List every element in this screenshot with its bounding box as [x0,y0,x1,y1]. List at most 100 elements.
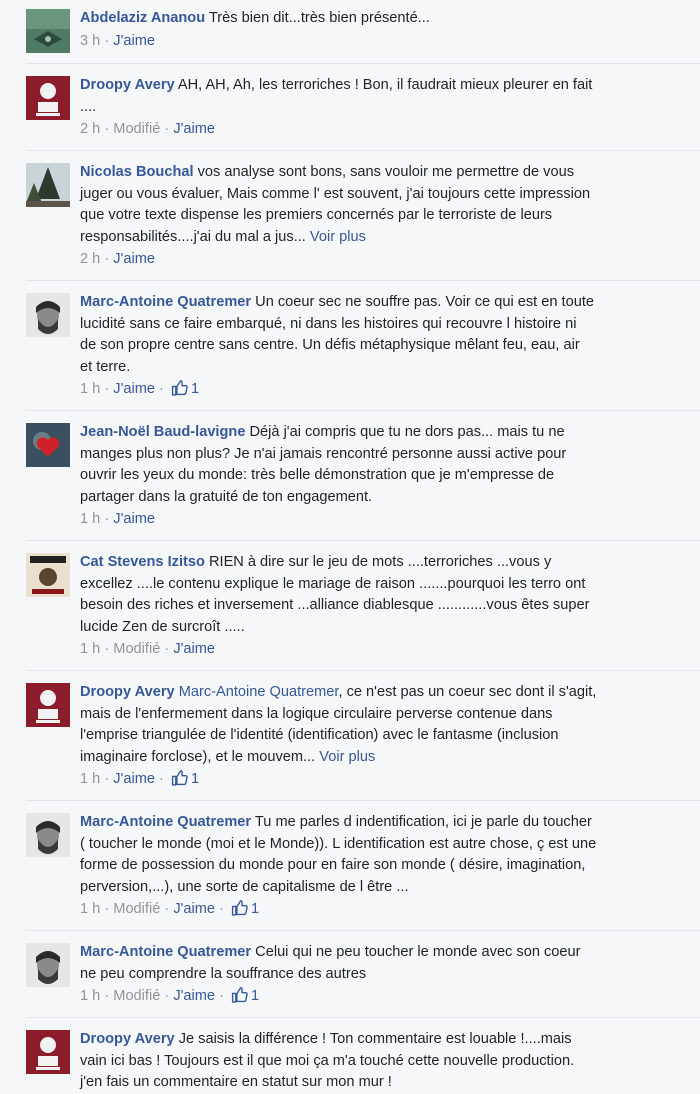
comment-author[interactable]: Droopy Avery [80,684,175,700]
thumbs-up-icon[interactable] [171,379,188,396]
modified-label[interactable]: Modifié [113,901,160,917]
comment-content: Jean-Noël Baud-lavigne Déjà j'ai compris… [80,422,686,530]
comment-text: partager dans la gratuité de ton engagem… [80,488,373,505]
comment: Droopy Avery Je saisis la différence ! T… [0,1029,700,1094]
comment-text: de son propre centre sans centre. Un déf… [80,337,580,353]
comment-meta: 1 h · Modifié · J'aime · 1 [80,986,260,1004]
divider [26,540,700,541]
comment-text: vain ici bas ! Toujours est il que moi ç… [80,1052,575,1069]
avatar[interactable] [26,9,70,53]
comment-time[interactable]: 1 h [80,511,100,527]
comment-author[interactable]: Marc-Antoine Quatremer [80,294,251,310]
comment-text: Un coeur sec ne souffre pas. Voir ce qui… [255,294,595,310]
comment-time[interactable]: 1 h [80,641,100,657]
comment-time[interactable]: 1 h [80,381,100,397]
like-button[interactable]: J'aime [113,381,155,397]
comment-text: ouvrir les yeux du monde: très belle dém… [80,467,555,483]
see-more-link[interactable]: Voir plus [319,749,375,765]
comment-text: vos analyse sont bons, sans vouloir me p… [197,164,574,180]
comment-text: Je saisis la différence ! Ton commentair… [178,1031,572,1047]
like-button[interactable]: J'aime [113,511,155,527]
avatar[interactable] [26,163,70,207]
comment: Droopy Avery Marc-Antoine Quatremer, ce … [0,682,700,790]
comment: Droopy Avery AH, AH, Ah, les terroriches… [0,75,700,140]
thumbs-up-icon[interactable] [231,986,248,1003]
avatar[interactable] [26,553,70,597]
comment-author[interactable]: Cat Stevens Izitso [80,554,205,570]
comment-text: responsabilités....j'ai du mal a jus... [80,228,306,245]
comment-content: Droopy Avery AH, AH, Ah, les terroriches… [80,75,686,140]
comment-author[interactable]: Jean-Noël Baud-lavigne [80,424,245,440]
comment-author[interactable]: Droopy Avery [80,1031,175,1047]
comment-author[interactable]: Nicolas Bouchal [80,164,194,180]
avatar[interactable] [26,1030,70,1074]
comment-text: que votre texte dispense les premiers co… [80,207,553,223]
like-button[interactable]: J'aime [173,901,215,917]
modified-label[interactable]: Modifié [113,121,160,137]
comment-meta: 1 h · J'aime · 1 [80,769,200,787]
mention-link[interactable]: Marc-Antoine Quatremer [179,684,339,700]
divider [26,670,700,671]
comment-text: mais de l'enfermement dans la logique ci… [80,705,553,722]
comment-text: excellez ....le contenu explique le mari… [80,575,586,592]
comment-text: l'emprise triangulée de l'identité (iden… [80,727,559,743]
like-button[interactable]: J'aime [173,988,215,1004]
avatar[interactable] [26,423,70,467]
comment-content: Marc-Antoine Quatremer Celui qui ne peu … [80,942,686,1007]
comment-time[interactable]: 2 h [80,251,100,267]
comment-content: Abdelaziz Ananou Très bien dit...très bi… [80,8,686,53]
see-more-link[interactable]: Voir plus [310,229,366,245]
comment-author[interactable]: Marc-Antoine Quatremer [80,814,251,830]
comment-author[interactable]: Abdelaziz Ananou [80,10,205,26]
comment-text: .... [80,98,97,115]
avatar[interactable] [26,683,70,727]
comment-author[interactable]: Droopy Avery [80,77,175,93]
thumbs-up-icon[interactable] [231,899,248,916]
modified-label[interactable]: Modifié [113,988,160,1004]
like-count[interactable]: 1 [251,988,259,1004]
comment-content: Nicolas Bouchal vos analyse sont bons, s… [80,162,686,270]
like-count[interactable]: 1 [191,771,199,787]
comment-text: ( toucher le monde (moi et le Monde)). L… [80,835,597,852]
comment-time[interactable]: 1 h [80,988,100,1004]
comment-text: , ce n'est pas un coeur sec dont il s'ag… [338,684,597,700]
avatar[interactable] [26,943,70,987]
like-button[interactable]: J'aime [113,251,155,267]
comment-text: j'en fais un commentaire en statut sur m… [80,1074,392,1090]
like-count[interactable]: 1 [191,381,199,397]
comment-meta: 2 h · Modifié · J'aime [80,121,216,137]
like-button[interactable]: J'aime [173,121,215,137]
avatar[interactable] [26,76,70,120]
comment-time[interactable]: 2 h [80,121,100,137]
comment: Cat Stevens Izitso RIEN à dire sur le je… [0,552,700,660]
thumbs-up-icon[interactable] [171,769,188,786]
comment: Jean-Noël Baud-lavigne Déjà j'ai compris… [0,422,700,530]
divider [26,1017,700,1018]
comment-text: RIEN à dire sur le jeu de mots ....terro… [208,554,552,570]
comment-content: Marc-Antoine Quatremer Tu me parles d in… [80,812,686,920]
divider [26,410,700,411]
like-button[interactable]: J'aime [113,33,155,49]
comment-author[interactable]: Marc-Antoine Quatremer [80,944,251,960]
like-button[interactable]: J'aime [113,771,155,787]
comment-time[interactable]: 1 h [80,901,100,917]
comment-meta: 1 h · Modifié · J'aime [80,641,216,657]
comment-text: ne peu comprendre la souffrance des autr… [80,965,367,982]
avatar[interactable] [26,293,70,337]
comment: Abdelaziz Ananou Très bien dit...très bi… [0,8,700,53]
comment-content: Droopy Avery Je saisis la différence ! T… [80,1029,686,1094]
divider [26,930,700,931]
comment-time[interactable]: 1 h [80,771,100,787]
avatar[interactable] [26,813,70,857]
like-count[interactable]: 1 [251,901,259,917]
comment-meta: 1 h · J'aime · 1 [80,379,200,397]
comment-text: lucidité sans ce faire embarqué, ni dans… [80,315,577,332]
comment-content: Cat Stevens Izitso RIEN à dire sur le je… [80,552,686,660]
comment-text: forme de possession du monde pour en fai… [80,857,586,873]
comment-time[interactable]: 3 h [80,33,100,49]
comment-text: imaginaire forclose), et le mouvem... [80,748,316,765]
modified-label[interactable]: Modifié [113,641,160,657]
like-button[interactable]: J'aime [173,641,215,657]
comment-meta: 3 h · J'aime [80,32,155,49]
comment-text: Très bien dit...très bien présenté... [208,10,430,26]
